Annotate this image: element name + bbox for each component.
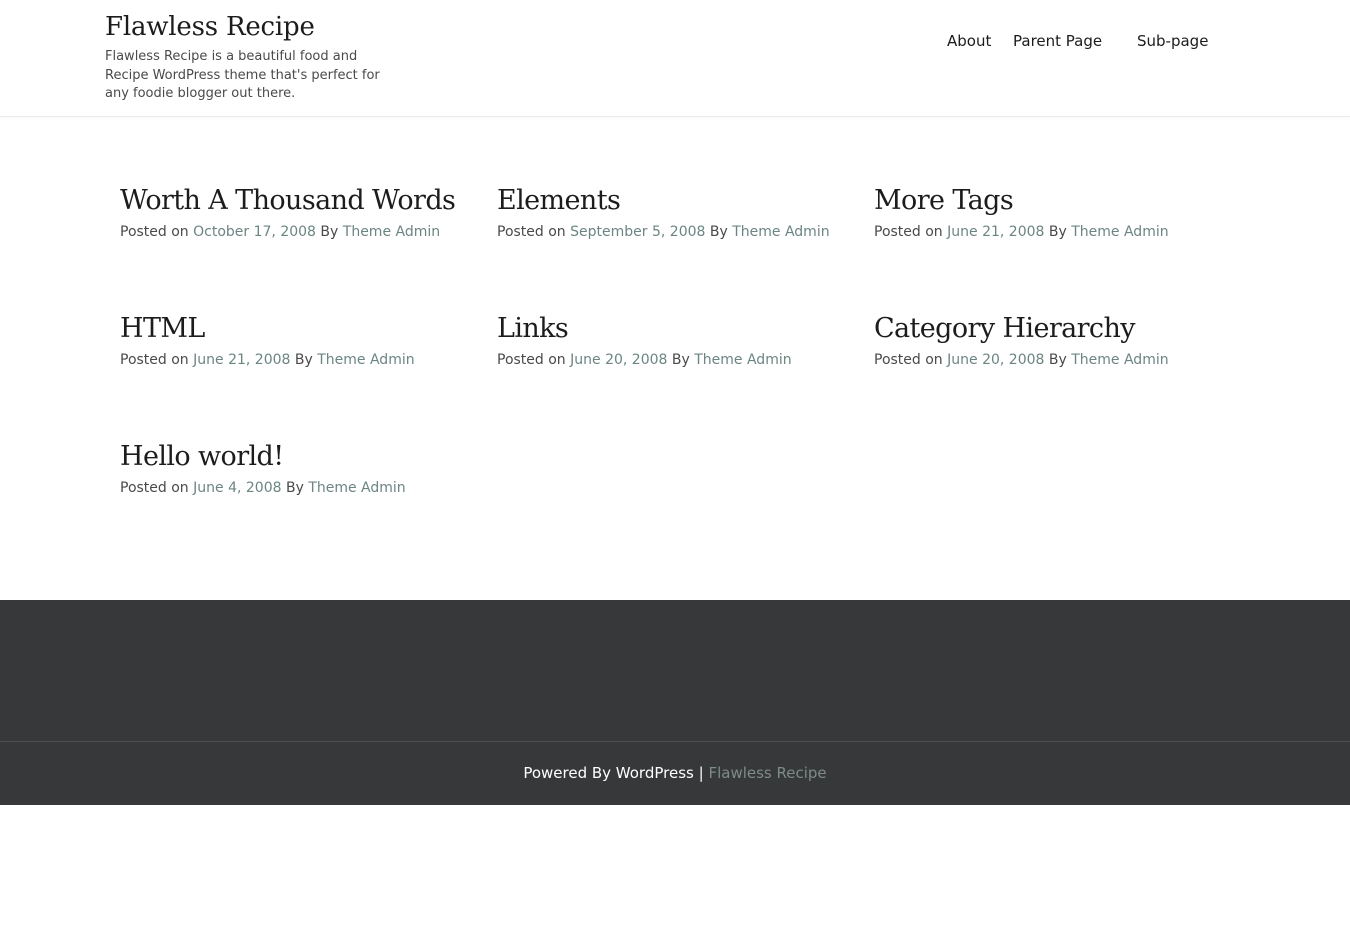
posted-on-label: Posted on bbox=[497, 224, 566, 240]
main-navigation: About Parent Page Sub-page bbox=[0, 32, 1350, 54]
nav-item-about[interactable]: About bbox=[947, 32, 991, 50]
post-author-link[interactable]: Theme Admin bbox=[317, 352, 414, 368]
post-title[interactable]: Hello world! bbox=[120, 440, 470, 474]
by-label: By bbox=[709, 224, 728, 240]
post-card: HTML Posted on June 21, 2008 By Theme Ad… bbox=[120, 312, 470, 370]
post-date-link[interactable]: June 20, 2008 bbox=[947, 352, 1044, 368]
by-label: By bbox=[1048, 352, 1067, 368]
post-meta: Posted on October 17, 2008 By Theme Admi… bbox=[120, 222, 470, 242]
post-card: Elements Posted on September 5, 2008 By … bbox=[497, 184, 847, 242]
by-label: By bbox=[294, 352, 313, 368]
footer-widget-area bbox=[0, 600, 1350, 741]
post-meta: Posted on June 21, 2008 By Theme Admin bbox=[120, 350, 470, 370]
powered-by-text: Powered By WordPress | bbox=[523, 764, 704, 782]
by-label: By bbox=[1048, 224, 1067, 240]
site-description: Flawless Recipe is a beautiful food and … bbox=[105, 49, 380, 101]
post-date-link[interactable]: October 17, 2008 bbox=[193, 224, 316, 240]
post-author-link[interactable]: Theme Admin bbox=[1071, 352, 1168, 368]
post-meta: Posted on June 20, 2008 By Theme Admin bbox=[497, 350, 847, 370]
post-card: Category Hierarchy Posted on June 20, 20… bbox=[874, 312, 1224, 370]
posted-on-label: Posted on bbox=[874, 352, 943, 368]
by-label: By bbox=[671, 352, 690, 368]
post-title[interactable]: Worth A Thousand Words bbox=[120, 184, 470, 218]
post-date-link[interactable]: June 4, 2008 bbox=[193, 480, 281, 496]
post-meta: Posted on September 5, 2008 By Theme Adm… bbox=[497, 222, 847, 242]
post-title[interactable]: Elements bbox=[497, 184, 847, 218]
posted-on-label: Posted on bbox=[120, 224, 189, 240]
post-author-link[interactable]: Theme Admin bbox=[732, 224, 829, 240]
nav-item-parent-page[interactable]: Parent Page bbox=[1013, 32, 1102, 50]
post-author-link[interactable]: Theme Admin bbox=[694, 352, 791, 368]
post-date-link[interactable]: September 5, 2008 bbox=[570, 224, 705, 240]
post-date-link[interactable]: June 21, 2008 bbox=[193, 352, 290, 368]
post-author-link[interactable]: Theme Admin bbox=[343, 224, 440, 240]
nav-item-sub-page[interactable]: Sub-page bbox=[1137, 32, 1208, 50]
footer-theme-link[interactable]: Flawless Recipe bbox=[708, 764, 826, 782]
post-date-link[interactable]: June 20, 2008 bbox=[570, 352, 667, 368]
post-card: Worth A Thousand Words Posted on October… bbox=[120, 184, 470, 242]
post-meta: Posted on June 20, 2008 By Theme Admin bbox=[874, 350, 1224, 370]
post-card: More Tags Posted on June 21, 2008 By The… bbox=[874, 184, 1224, 242]
by-label: By bbox=[320, 224, 339, 240]
post-card: Links Posted on June 20, 2008 By Theme A… bbox=[497, 312, 847, 370]
posted-on-label: Posted on bbox=[120, 352, 189, 368]
post-card: Hello world! Posted on June 4, 2008 By T… bbox=[120, 440, 470, 498]
posted-on-label: Posted on bbox=[497, 352, 566, 368]
post-meta: Posted on June 4, 2008 By Theme Admin bbox=[120, 478, 470, 498]
site-info: Powered By WordPress | Flawless Recipe bbox=[0, 742, 1350, 805]
by-label: By bbox=[285, 480, 304, 496]
posted-on-label: Posted on bbox=[874, 224, 943, 240]
post-date-link[interactable]: June 21, 2008 bbox=[947, 224, 1044, 240]
post-author-link[interactable]: Theme Admin bbox=[1071, 224, 1168, 240]
site-header: Flawless Recipe Flawless Recipe is a bea… bbox=[0, 0, 1350, 117]
post-meta: Posted on June 21, 2008 By Theme Admin bbox=[874, 222, 1224, 242]
post-title[interactable]: More Tags bbox=[874, 184, 1224, 218]
post-title[interactable]: Links bbox=[497, 312, 847, 346]
posted-on-label: Posted on bbox=[120, 480, 189, 496]
post-title[interactable]: HTML bbox=[120, 312, 470, 346]
post-author-link[interactable]: Theme Admin bbox=[308, 480, 405, 496]
post-title[interactable]: Category Hierarchy bbox=[874, 312, 1224, 346]
